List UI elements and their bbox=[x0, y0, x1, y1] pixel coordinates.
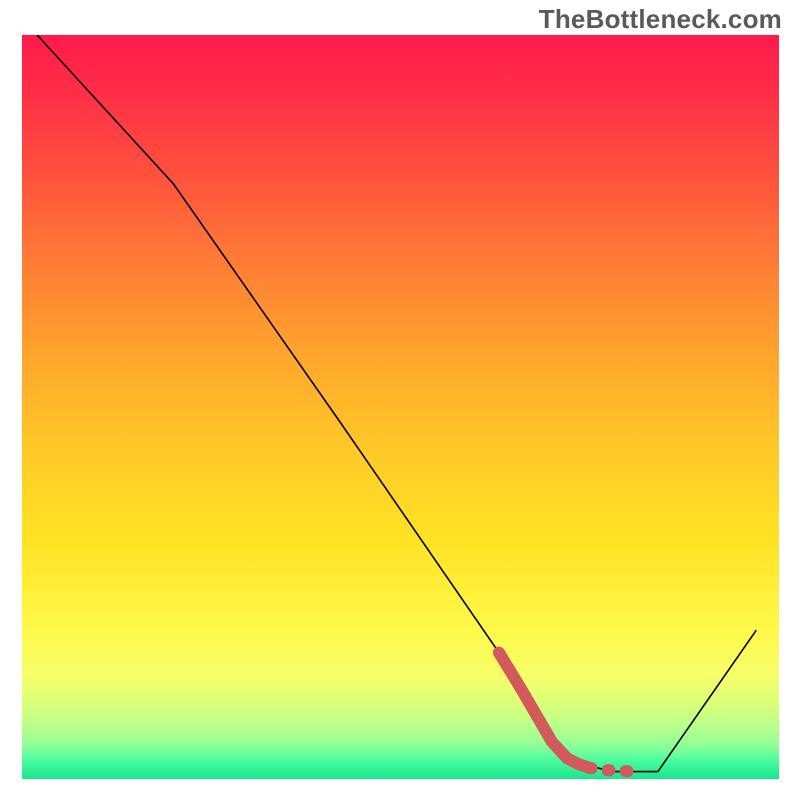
highlight-segment-dotted bbox=[590, 768, 635, 772]
bottleneck-chart bbox=[0, 0, 800, 800]
plot-background bbox=[22, 35, 779, 779]
chart-container: TheBottleneck.com bbox=[0, 0, 800, 800]
watermark-text: TheBottleneck.com bbox=[539, 4, 782, 35]
